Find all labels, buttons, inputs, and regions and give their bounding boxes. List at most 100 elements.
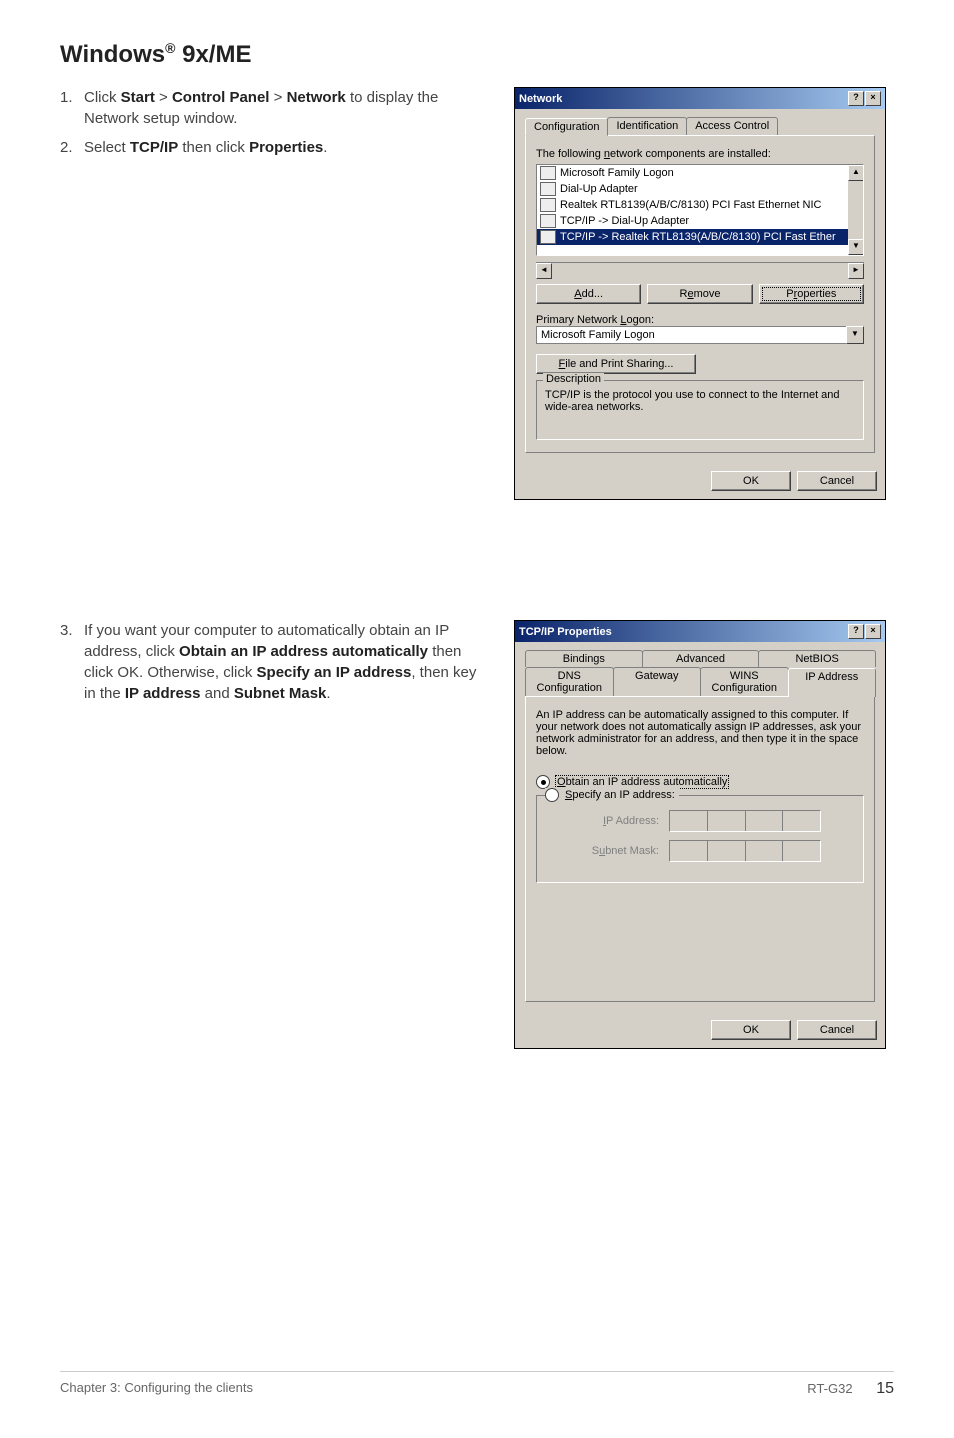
label-part: The following [536, 148, 604, 160]
protocol-icon [540, 214, 556, 228]
heading-prefix: Windows [60, 41, 165, 68]
section-heading: Windows® 9x/ME [60, 40, 894, 69]
steps-column-1: 1.Click Start > Control Panel > Network … [60, 87, 484, 166]
dropdown-icon[interactable]: ▼ [846, 326, 864, 344]
intro-text: An IP address can be automatically assig… [536, 709, 864, 757]
client-icon [540, 166, 556, 180]
tab-dns-config[interactable]: DNS Configuration [525, 667, 614, 696]
tab-ip-address[interactable]: IP Address [788, 668, 877, 697]
bold-term: Start [121, 89, 155, 106]
page-number: 15 [876, 1380, 894, 1397]
list-item-label: Microsoft Family Logon [560, 167, 674, 179]
steps-column-2: 3.If you want your computer to automatic… [60, 620, 484, 712]
step-number: 3. [60, 620, 84, 704]
scroll-up-icon[interactable]: ▲ [848, 165, 864, 181]
horizontal-scrollbar[interactable]: ◄ ► [536, 262, 864, 278]
step-number: 1. [60, 87, 84, 129]
help-icon[interactable]: ? [848, 91, 864, 106]
close-icon[interactable]: × [865, 91, 881, 106]
tab-wins-config[interactable]: WINS Configuration [700, 667, 789, 696]
close-icon[interactable]: × [865, 624, 881, 639]
ok-button[interactable]: OK [711, 1020, 791, 1040]
list-item-label: Dial-Up Adapter [560, 183, 638, 195]
cancel-button[interactable]: Cancel [797, 1020, 877, 1040]
label-part: etwork components are installed: [610, 148, 771, 160]
description-text: TCP/IP is the protocol you use to connec… [545, 389, 855, 413]
bold-term: Network [287, 89, 346, 106]
dialog-titlebar: Network ? × [515, 88, 885, 109]
ip-address-label: IP Address: [569, 815, 659, 827]
dialog-titlebar: TCP/IP Properties ? × [515, 621, 885, 642]
tab-advanced[interactable]: Advanced [642, 650, 760, 667]
primary-logon-combo[interactable]: Microsoft Family Logon ▼ [536, 326, 864, 344]
remove-button[interactable]: Remove [647, 284, 752, 304]
components-listbox[interactable]: Microsoft Family Logon Dial-Up Adapter R… [536, 164, 864, 256]
subnet-mask-label: Subnet Mask: [569, 845, 659, 857]
bold-term: Control Panel [172, 89, 270, 106]
bold-term: TCP/IP [130, 139, 178, 156]
subnet-mask-input [669, 840, 821, 862]
bold-term: Properties [249, 139, 323, 156]
list-item[interactable]: Realtek RTL8139(A/B/C/8130) PCI Fast Eth… [537, 197, 863, 213]
footer-model: RT-G32 [807, 1381, 852, 1396]
adapter-icon [540, 182, 556, 196]
properties-button[interactable]: Properties [759, 284, 864, 304]
list-item-label: Realtek RTL8139(A/B/C/8130) PCI Fast Eth… [560, 199, 821, 211]
vertical-scrollbar[interactable]: ▲ ▼ [848, 165, 863, 255]
protocol-icon [540, 230, 556, 244]
list-item[interactable]: Dial-Up Adapter [537, 181, 863, 197]
description-legend: Description [543, 373, 604, 385]
scroll-down-icon[interactable]: ▼ [848, 239, 864, 255]
radio-icon [536, 775, 550, 789]
file-print-sharing-button[interactable]: File and Print Sharing... [536, 354, 696, 374]
radio-obtain-auto[interactable]: Obtain an IP address automatically [536, 775, 864, 789]
tab-configuration[interactable]: Configuration [525, 118, 608, 136]
bold-term: IP address [125, 685, 201, 702]
list-item[interactable]: TCP/IP -> Dial-Up Adapter [537, 213, 863, 229]
footer-chapter: Chapter 3: Configuring the clients [60, 1380, 253, 1398]
instruction-step: 2.Select TCP/IP then click Properties. [60, 137, 484, 158]
specify-ip-groupbox: Specify an IP address: IP Address: Subne… [536, 795, 864, 883]
instruction-step: 3.If you want your computer to automatic… [60, 620, 484, 704]
instruction-step: 1.Click Start > Control Panel > Network … [60, 87, 484, 129]
dialog-tabs: Configuration Identification Access Cont… [525, 117, 875, 136]
step-number: 2. [60, 137, 84, 158]
step-body: If you want your computer to automatical… [84, 620, 484, 704]
list-item-label: TCP/IP -> Dial-Up Adapter [560, 215, 689, 227]
radio-icon [545, 788, 559, 802]
radio-specify-ip[interactable]: Specify an IP address: [545, 788, 679, 802]
bold-term: Specify an IP address [257, 664, 412, 681]
bold-term: Obtain an IP address automatically [179, 643, 428, 660]
tab-bindings[interactable]: Bindings [525, 650, 643, 667]
step-body: Click Start > Control Panel > Network to… [84, 87, 484, 129]
components-label: The following network components are ins… [536, 148, 864, 160]
list-item-label: TCP/IP -> Realtek RTL8139(A/B/C/8130) PC… [560, 231, 836, 243]
primary-logon-label: Primary Network Logon: [536, 314, 864, 326]
add-button[interactable]: Add... [536, 284, 641, 304]
tab-gateway[interactable]: Gateway [613, 667, 702, 696]
ip-address-input [669, 810, 821, 832]
scroll-right-icon[interactable]: ► [848, 263, 864, 279]
dialog-title: Network [519, 93, 562, 105]
tab-netbios[interactable]: NetBIOS [758, 650, 876, 667]
list-item[interactable]: Microsoft Family Logon [537, 165, 863, 181]
combo-value: Microsoft Family Logon [536, 326, 846, 344]
step-body: Select TCP/IP then click Properties. [84, 137, 484, 158]
page-footer: Chapter 3: Configuring the clients RT-G3… [60, 1371, 894, 1398]
description-groupbox: Description TCP/IP is the protocol you u… [536, 380, 864, 440]
tab-identification[interactable]: Identification [607, 117, 687, 135]
tcpip-properties-dialog: TCP/IP Properties ? × Bindings Advanced … [514, 620, 886, 1049]
registered-symbol: ® [165, 40, 175, 56]
tab-access-control[interactable]: Access Control [686, 117, 778, 135]
dialog-title: TCP/IP Properties [519, 626, 612, 638]
adapter-icon [540, 198, 556, 212]
heading-suffix: 9x/ME [175, 41, 251, 68]
help-icon[interactable]: ? [848, 624, 864, 639]
radio-label: Obtain an IP address automatically [556, 776, 728, 788]
cancel-button[interactable]: Cancel [797, 471, 877, 491]
bold-term: Subnet Mask [234, 685, 327, 702]
ok-button[interactable]: OK [711, 471, 791, 491]
list-item-selected[interactable]: TCP/IP -> Realtek RTL8139(A/B/C/8130) PC… [537, 229, 863, 245]
network-dialog: Network ? × Configuration Identification… [514, 87, 886, 500]
scroll-left-icon[interactable]: ◄ [536, 263, 552, 279]
